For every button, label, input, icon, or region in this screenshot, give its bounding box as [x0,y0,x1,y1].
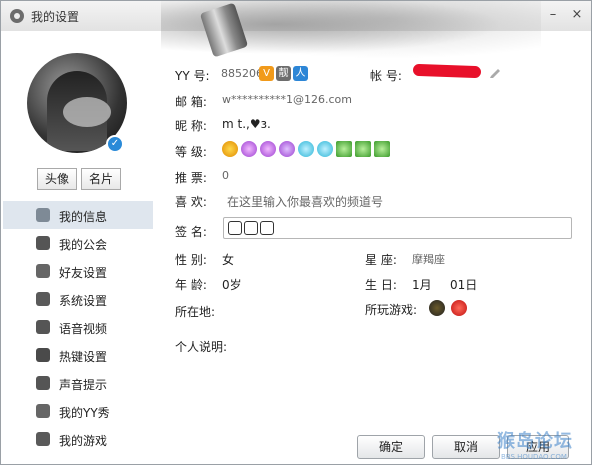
birthday-day: 01日 [450,278,478,292]
account-redaction [412,63,482,79]
email-label: 邮 箱: [175,95,207,109]
avatar-button[interactable]: 头像 [37,168,78,190]
webcam-icon [36,320,50,334]
games-icons [429,300,467,316]
gender-value: 女 [222,253,235,267]
signature-label: 签 名: [175,225,207,239]
sidebar-item-label: 声音提示 [59,378,108,392]
birthday-label: 生 日: [365,278,397,292]
moon-level-icon [279,141,295,157]
yy-value: 885206 [221,67,263,80]
diamond-level-icon [317,141,333,157]
location-label: 所在地: [175,305,216,319]
sidebar-item-7[interactable]: 声音提示 [3,369,153,397]
cancel-button[interactable]: 取消 [432,435,500,459]
sidebar-item-label: 系统设置 [59,294,108,308]
sidebar-item-2[interactable]: 我的公会 [3,229,153,257]
sidebar-item-5[interactable]: 语音视频 [3,313,153,341]
moon-level-icon [260,141,276,157]
wow-game-icon[interactable] [429,300,445,316]
settings-window: 我的设置 – × ✓ 头像 名片 我的信息我的公会好友设置系统设置语音视频热键设… [0,0,592,465]
gear-icon [36,292,50,306]
sidebar-item-6[interactable]: 热键设置 [3,341,153,369]
signature-input[interactable] [223,217,572,239]
gender-label: 性 别: [175,253,207,267]
sidebar-item-4[interactable]: 系统设置 [3,285,153,313]
minimize-button[interactable]: – [545,7,561,23]
account-label: 帐 号: [370,69,402,83]
member-badge-icon: 人 [293,66,308,81]
moon-level-icon [241,141,257,157]
email-value: w**********1@126.com [222,93,352,106]
emoji-face-icon [260,221,274,235]
game-g-icon [36,432,50,446]
level-icons [222,141,390,157]
bio-label: 个人说明: [175,340,228,354]
ok-button[interactable]: 确定 [357,435,425,459]
diamond-level-icon [298,141,314,157]
window-title: 我的设置 [31,10,80,24]
tree-level-icon [355,141,371,157]
pretty-number-badge-icon: 靓 [276,66,291,81]
constellation-label: 星 座: [365,253,397,267]
likes-input[interactable]: 在这里输入你最喜欢的频道号 [227,193,383,210]
level-label: 等 级: [175,145,207,159]
recommend-value: 0 [222,169,229,182]
sidebar-item-label: 我的游戏 [59,434,108,448]
tree-level-icon [374,141,390,157]
sidebar-item-1[interactable]: 我的信息 [3,201,153,229]
emoji-face-icon [228,221,242,235]
likes-label: 喜 欢: [175,195,207,209]
avatar-highlight [63,97,111,127]
friends-gear-icon [36,264,50,278]
nickname-value: m t.,♥ɜ. [222,117,271,131]
sidebar-item-3[interactable]: 好友设置 [3,257,153,285]
v-badge-icon: V [259,66,274,81]
sidebar-item-9[interactable]: 我的游戏 [3,425,153,453]
games-label: 所玩游戏: [365,303,418,317]
sidebar-item-label: 好友设置 [59,266,108,280]
age-value: 0岁 [222,278,242,292]
constellation-value: 摩羯座 [412,253,445,266]
shirt-icon [36,404,50,418]
crown-level-icon [222,141,238,157]
keyboard-key-icon [36,348,50,362]
sidebar-item-8[interactable]: 我的YY秀 [3,397,153,425]
forum-watermark-url: BBS.HOUDAO.COM [501,453,567,461]
forum-watermark: 猴岛论坛 [497,431,573,452]
verified-bird-icon: ✓ [106,135,124,153]
flag-icon [36,236,50,250]
profile-buttons: 头像 名片 [37,168,122,190]
yy-badges: V靓人 [259,66,310,81]
sidebar-item-label: 我的信息 [59,210,108,224]
emoji-face-icon [244,221,258,235]
sidebar-item-label: 我的公会 [59,238,108,252]
recommend-label: 推 票: [175,171,207,185]
sidebar-item-label: 我的YY秀 [59,406,110,420]
id-card-icon [36,208,50,222]
nickname-label: 昵 称: [175,119,207,133]
close-button[interactable]: × [569,7,585,23]
sidebar-item-label: 语音视频 [59,322,108,336]
sidebar-item-label: 热键设置 [59,350,108,364]
birthday-month: 1月 [412,278,432,292]
age-label: 年 龄: [175,278,207,292]
card-button[interactable]: 名片 [81,168,122,190]
title-bar[interactable]: 我的设置 – × [1,1,591,59]
yy-label: YY 号: [175,69,210,83]
edit-pencil-icon[interactable] [489,65,503,79]
music-note-icon [36,376,50,390]
tree-level-icon [336,141,352,157]
three-kingdoms-game-icon[interactable] [450,300,467,316]
settings-gear-icon [10,9,24,23]
settings-nav: 我的信息我的公会好友设置系统设置语音视频热键设置声音提示我的YY秀我的游戏 [3,201,153,453]
